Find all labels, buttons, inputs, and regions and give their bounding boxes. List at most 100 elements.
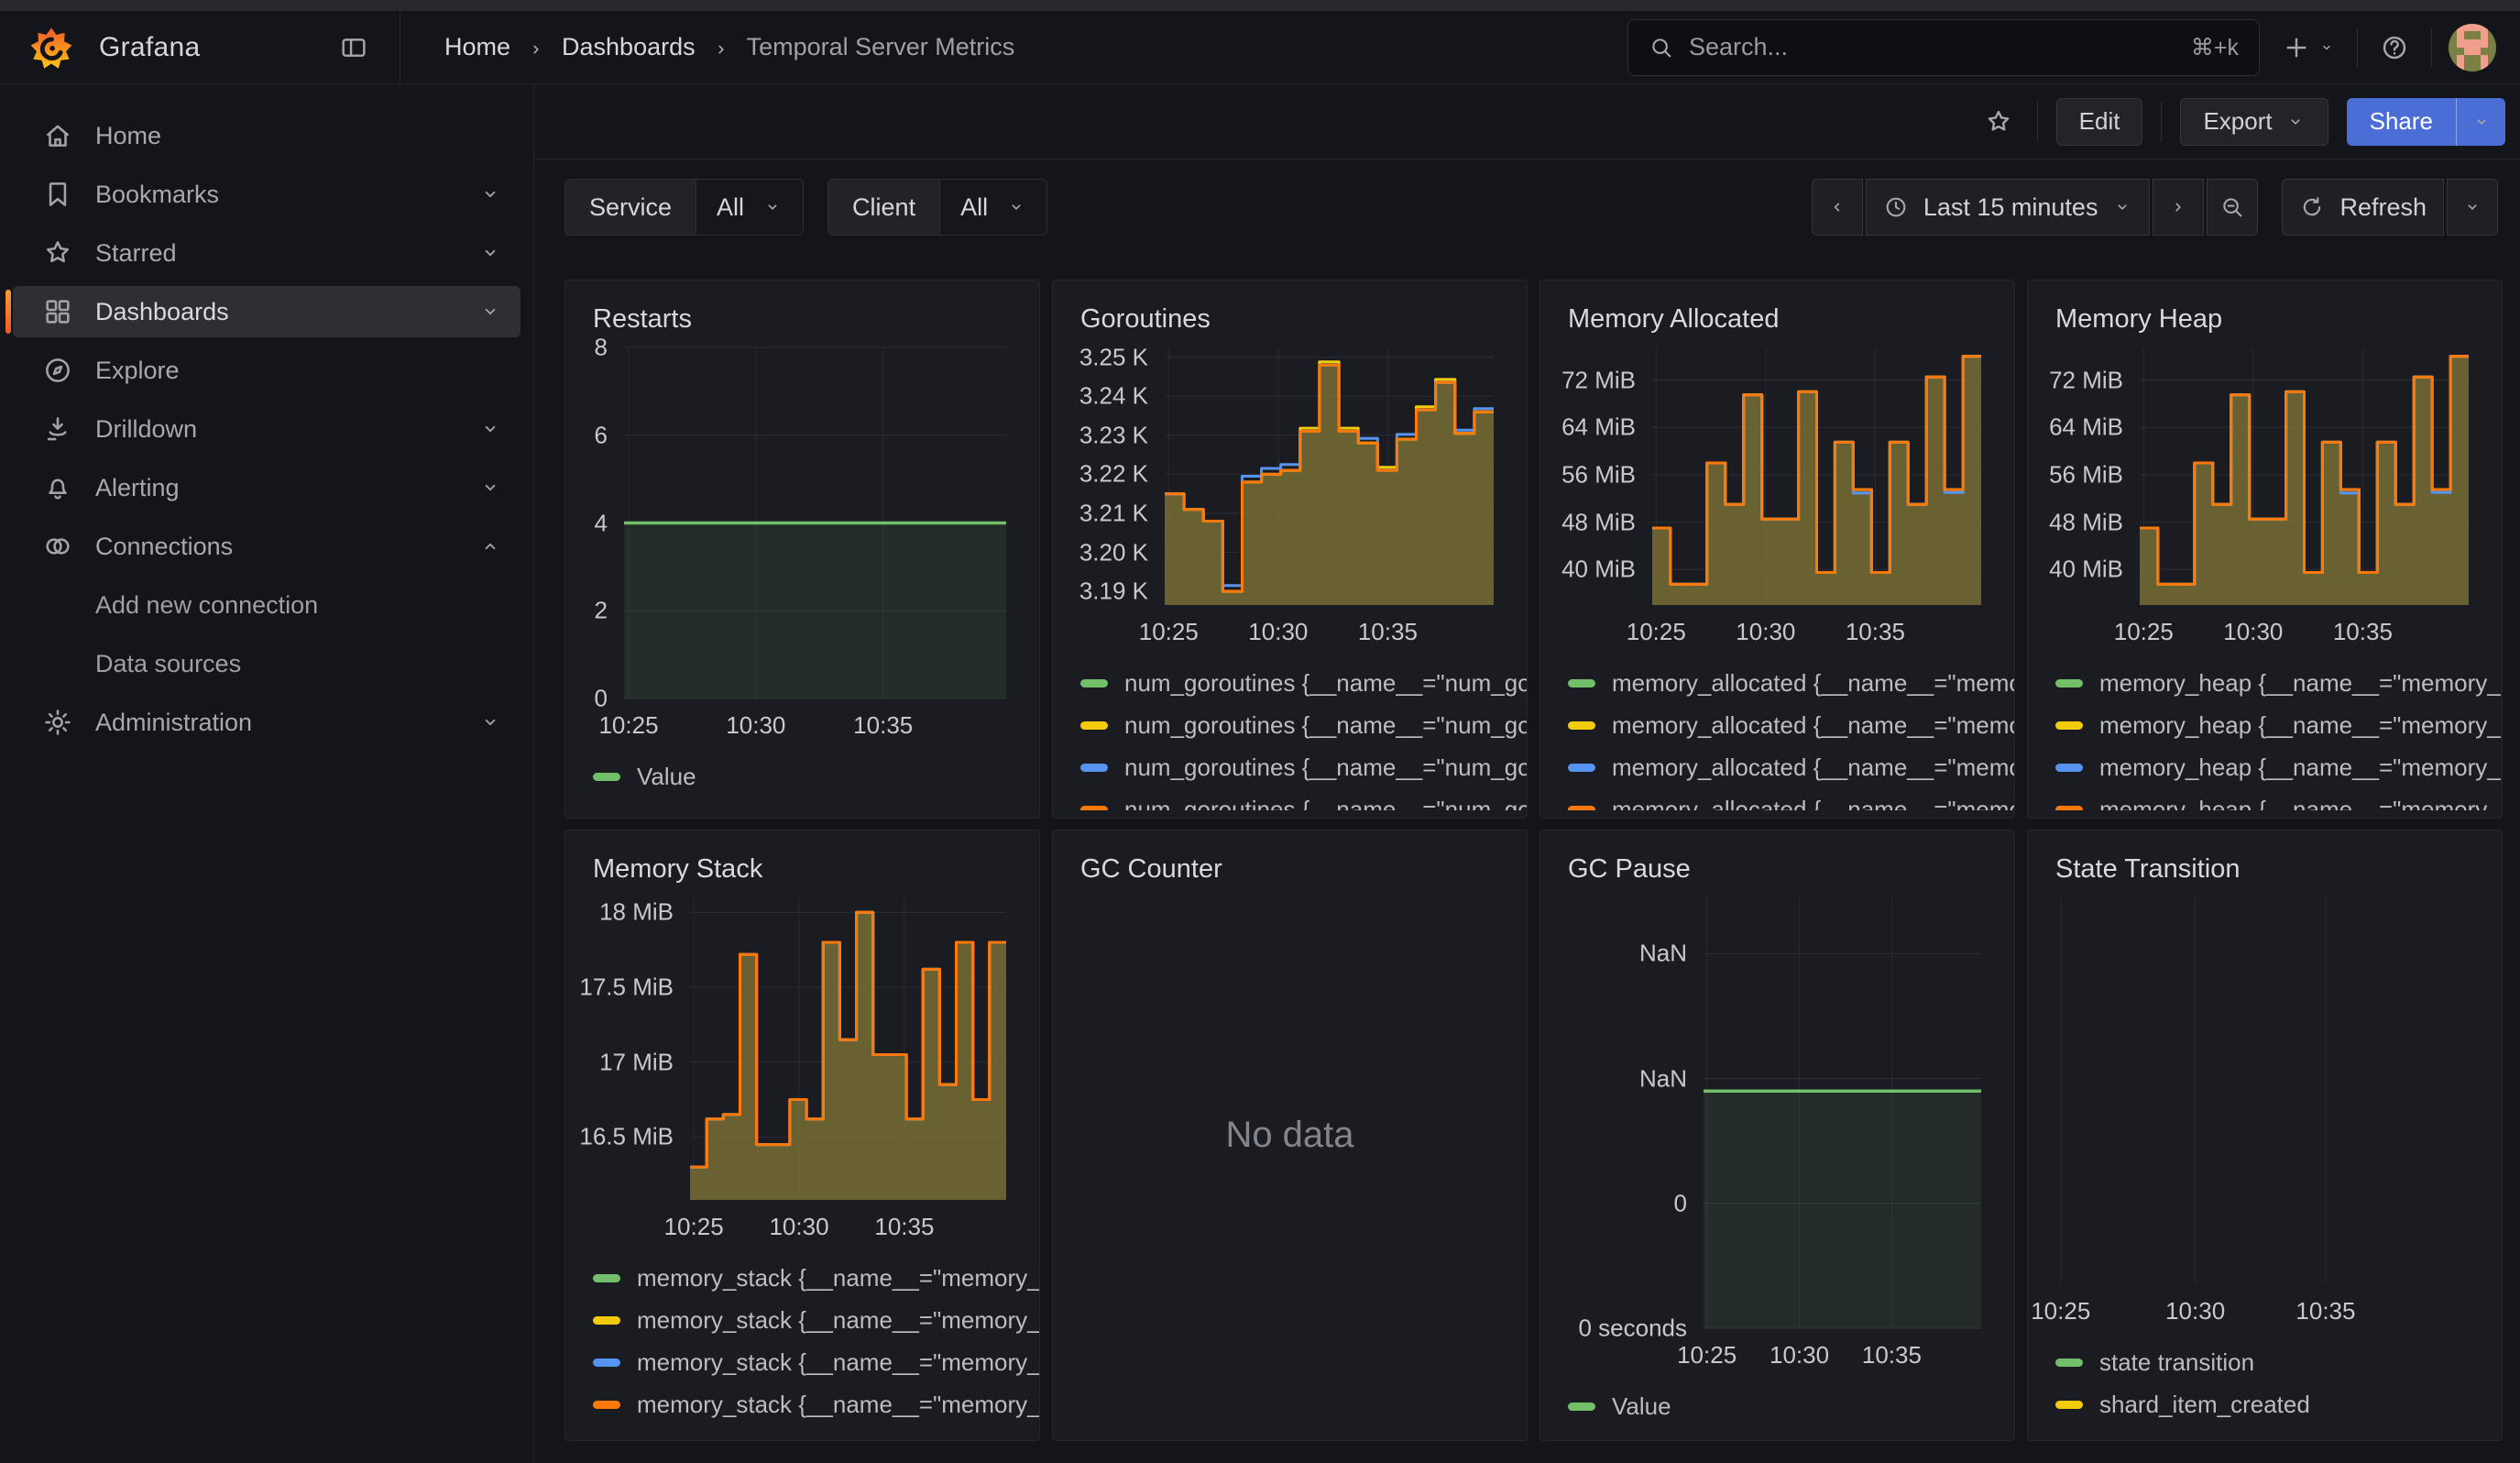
legend-item[interactable]: memory_allocated {__name__="memo [1568,788,2014,810]
star-icon [1984,107,2013,137]
grafana-logo-icon[interactable] [27,22,75,73]
legend-item[interactable]: memory_allocated {__name__="memo [1568,662,2014,704]
star-button[interactable] [1978,102,2019,142]
avatar-pixel [2457,24,2465,32]
share-dropdown-button[interactable] [2456,98,2505,146]
sidebar-item-alerting[interactable]: Alerting [13,462,520,513]
sidebar-item-explore[interactable]: Explore [13,345,520,396]
y-tick-label: 17.5 MiB [579,974,674,1002]
breadcrumb-home[interactable]: Home [444,33,510,61]
legend-item[interactable]: memory_allocated {__name__="memo [1568,746,2014,788]
refresh-button[interactable]: Refresh [2282,179,2444,236]
legend-item[interactable]: memory_stack {__name__="memory_s [593,1257,1039,1299]
legend-label: memory_heap {__name__="memory_h [2099,711,2502,740]
chart[interactable]: 40 MiB48 MiB56 MiB64 MiB72 MiB 10:2510:3… [2028,347,2502,647]
y-tick-label: 0 [1674,1189,1687,1217]
legend-item[interactable]: num_goroutines {__name__="num_go [1080,704,1527,746]
legend: memory_stack {__name__="memory_smemory_s… [593,1257,1039,1433]
chart[interactable]: 16.5 MiB17 MiB17.5 MiB18 MiB 10:2510:301… [565,897,1039,1242]
sidebar-item-connections[interactable]: Connections [13,521,520,572]
legend-item[interactable]: memory_stack {__name__="memory_s [593,1341,1039,1383]
legend-label: memory_stack {__name__="memory_s [637,1348,1039,1377]
zoom-out-button[interactable] [2207,179,2258,236]
panel-goroutines: Goroutines 3.19 K3.20 K3.21 K3.22 K3.23 … [1052,280,1528,819]
sidebar-item-starred[interactable]: Starred [13,227,520,279]
sidebar-item-dashboards[interactable]: Dashboards [13,286,520,337]
sidebar-item-bookmarks[interactable]: Bookmarks [13,169,520,220]
legend-item[interactable]: memory_stack {__name__="memory_s [593,1299,1039,1341]
legend-item[interactable]: memory_heap {__name__="memory_h [2055,788,2502,810]
avatar-pixel [2449,55,2457,63]
chevron-down-icon[interactable] [478,182,502,206]
breadcrumb-current: Temporal Server Metrics [747,33,1015,61]
chevron-down-icon[interactable] [478,300,502,324]
x-axis-labels: 10:2510:3010:35 [2048,1290,2469,1326]
x-axis-labels: 10:2510:3010:35 [2140,610,2469,647]
help-button[interactable] [2374,28,2415,68]
panel-title[interactable]: Memory Heap [2028,301,2502,335]
sidebar-item-label: Dashboards [95,298,229,326]
chart[interactable]: 3.19 K3.20 K3.21 K3.22 K3.23 K3.24 K3.25… [1053,347,1527,647]
sidebar-item-drilldown[interactable]: Drilldown [13,403,520,455]
legend-item[interactable]: memory_heap {__name__="memory_h [2055,662,2502,704]
legend-color-dash [1080,764,1108,772]
panel-title[interactable]: Memory Allocated [1540,301,2014,335]
chevron-down-icon [2285,112,2306,132]
panel-title[interactable]: Goroutines [1053,301,1527,335]
avatar-pixel [2449,31,2457,39]
legend-item[interactable]: memory_allocated {__name__="memo [1568,704,2014,746]
chart[interactable]: 0 seconds0NaNNaN 10:2510:3010:35 [1540,897,2014,1370]
chevron-down-icon[interactable] [478,417,502,441]
legend-item[interactable]: state transition [2055,1341,2502,1383]
legend-item[interactable]: memory_stack {__name__="memory_s [593,1383,1039,1425]
export-button[interactable]: Export [2180,98,2328,146]
edit-button[interactable]: Edit [2056,98,2143,146]
chart[interactable]: 10:2510:3010:35 [2028,897,2502,1326]
sidebar-item-add-new-connection[interactable]: Add new connection [13,579,520,631]
search-input[interactable] [1689,33,2176,61]
legend-color-dash [593,773,620,781]
time-shift-back-button[interactable] [1812,179,1863,236]
legend-item[interactable]: memory_heap {__name__="memory_h [2055,704,2502,746]
sidebar-item-label: Administration [95,709,252,737]
legend-item[interactable]: num_goroutines {__name__="num_go [1080,788,1527,810]
panel-title[interactable]: Memory Stack [565,851,1039,885]
legend-item[interactable]: Value [1568,1385,2014,1427]
y-axis-labels: 40 MiB48 MiB56 MiB64 MiB72 MiB [1540,347,1636,605]
panel-title[interactable]: GC Pause [1540,851,2014,885]
sidebar-item-administration[interactable]: Administration [13,697,520,748]
share-button[interactable]: Share [2347,98,2456,146]
chart[interactable]: 40 MiB48 MiB56 MiB64 MiB72 MiB 10:2510:3… [1540,347,2014,647]
chevron-down-icon[interactable] [478,241,502,265]
panel-title[interactable]: Restarts [565,301,1039,335]
dock-menu-icon[interactable] [335,29,372,66]
x-axis-labels: 10:2510:3010:35 [1704,1334,1981,1370]
drilldown-icon [42,413,73,445]
chart[interactable]: 02468 10:2510:3010:35 [565,347,1039,741]
breadcrumb-dashboards[interactable]: Dashboards [562,33,696,61]
refresh-interval-button[interactable] [2447,179,2498,236]
legend-item[interactable]: Value [593,755,1039,798]
client-variable-value[interactable]: All [940,180,1046,235]
chevron-down-icon [2112,197,2132,217]
avatar-pixel [2488,63,2496,72]
avatar[interactable] [2449,24,2496,72]
legend-item[interactable]: shard_item_created [2055,1383,2502,1425]
time-shift-forward-button[interactable] [2153,179,2204,236]
sidebar-item-home[interactable]: Home [13,110,520,161]
time-range-picker[interactable]: Last 15 minutes [1866,179,2151,236]
x-tick-label: 10:35 [853,711,913,740]
sidebar-item-data-sources[interactable]: Data sources [13,638,520,689]
chevron-up-icon[interactable] [478,534,502,558]
add-new-button[interactable] [2276,28,2340,68]
service-variable-value[interactable]: All [696,180,803,235]
legend-item[interactable]: num_goroutines {__name__="num_go [1080,662,1527,704]
chevron-down-icon[interactable] [478,710,502,734]
panel-title[interactable]: State Transition [2028,851,2502,885]
chevron-down-icon[interactable] [478,476,502,500]
legend-item[interactable]: memory_heap {__name__="memory_h [2055,746,2502,788]
legend-item[interactable]: num_goroutines {__name__="num_go [1080,746,1527,788]
search-box[interactable]: ⌘+k [1627,19,2260,76]
top-bar: Grafana Home Dashboards Temporal Server … [0,11,2520,84]
client-variable: Client All [827,179,1047,236]
